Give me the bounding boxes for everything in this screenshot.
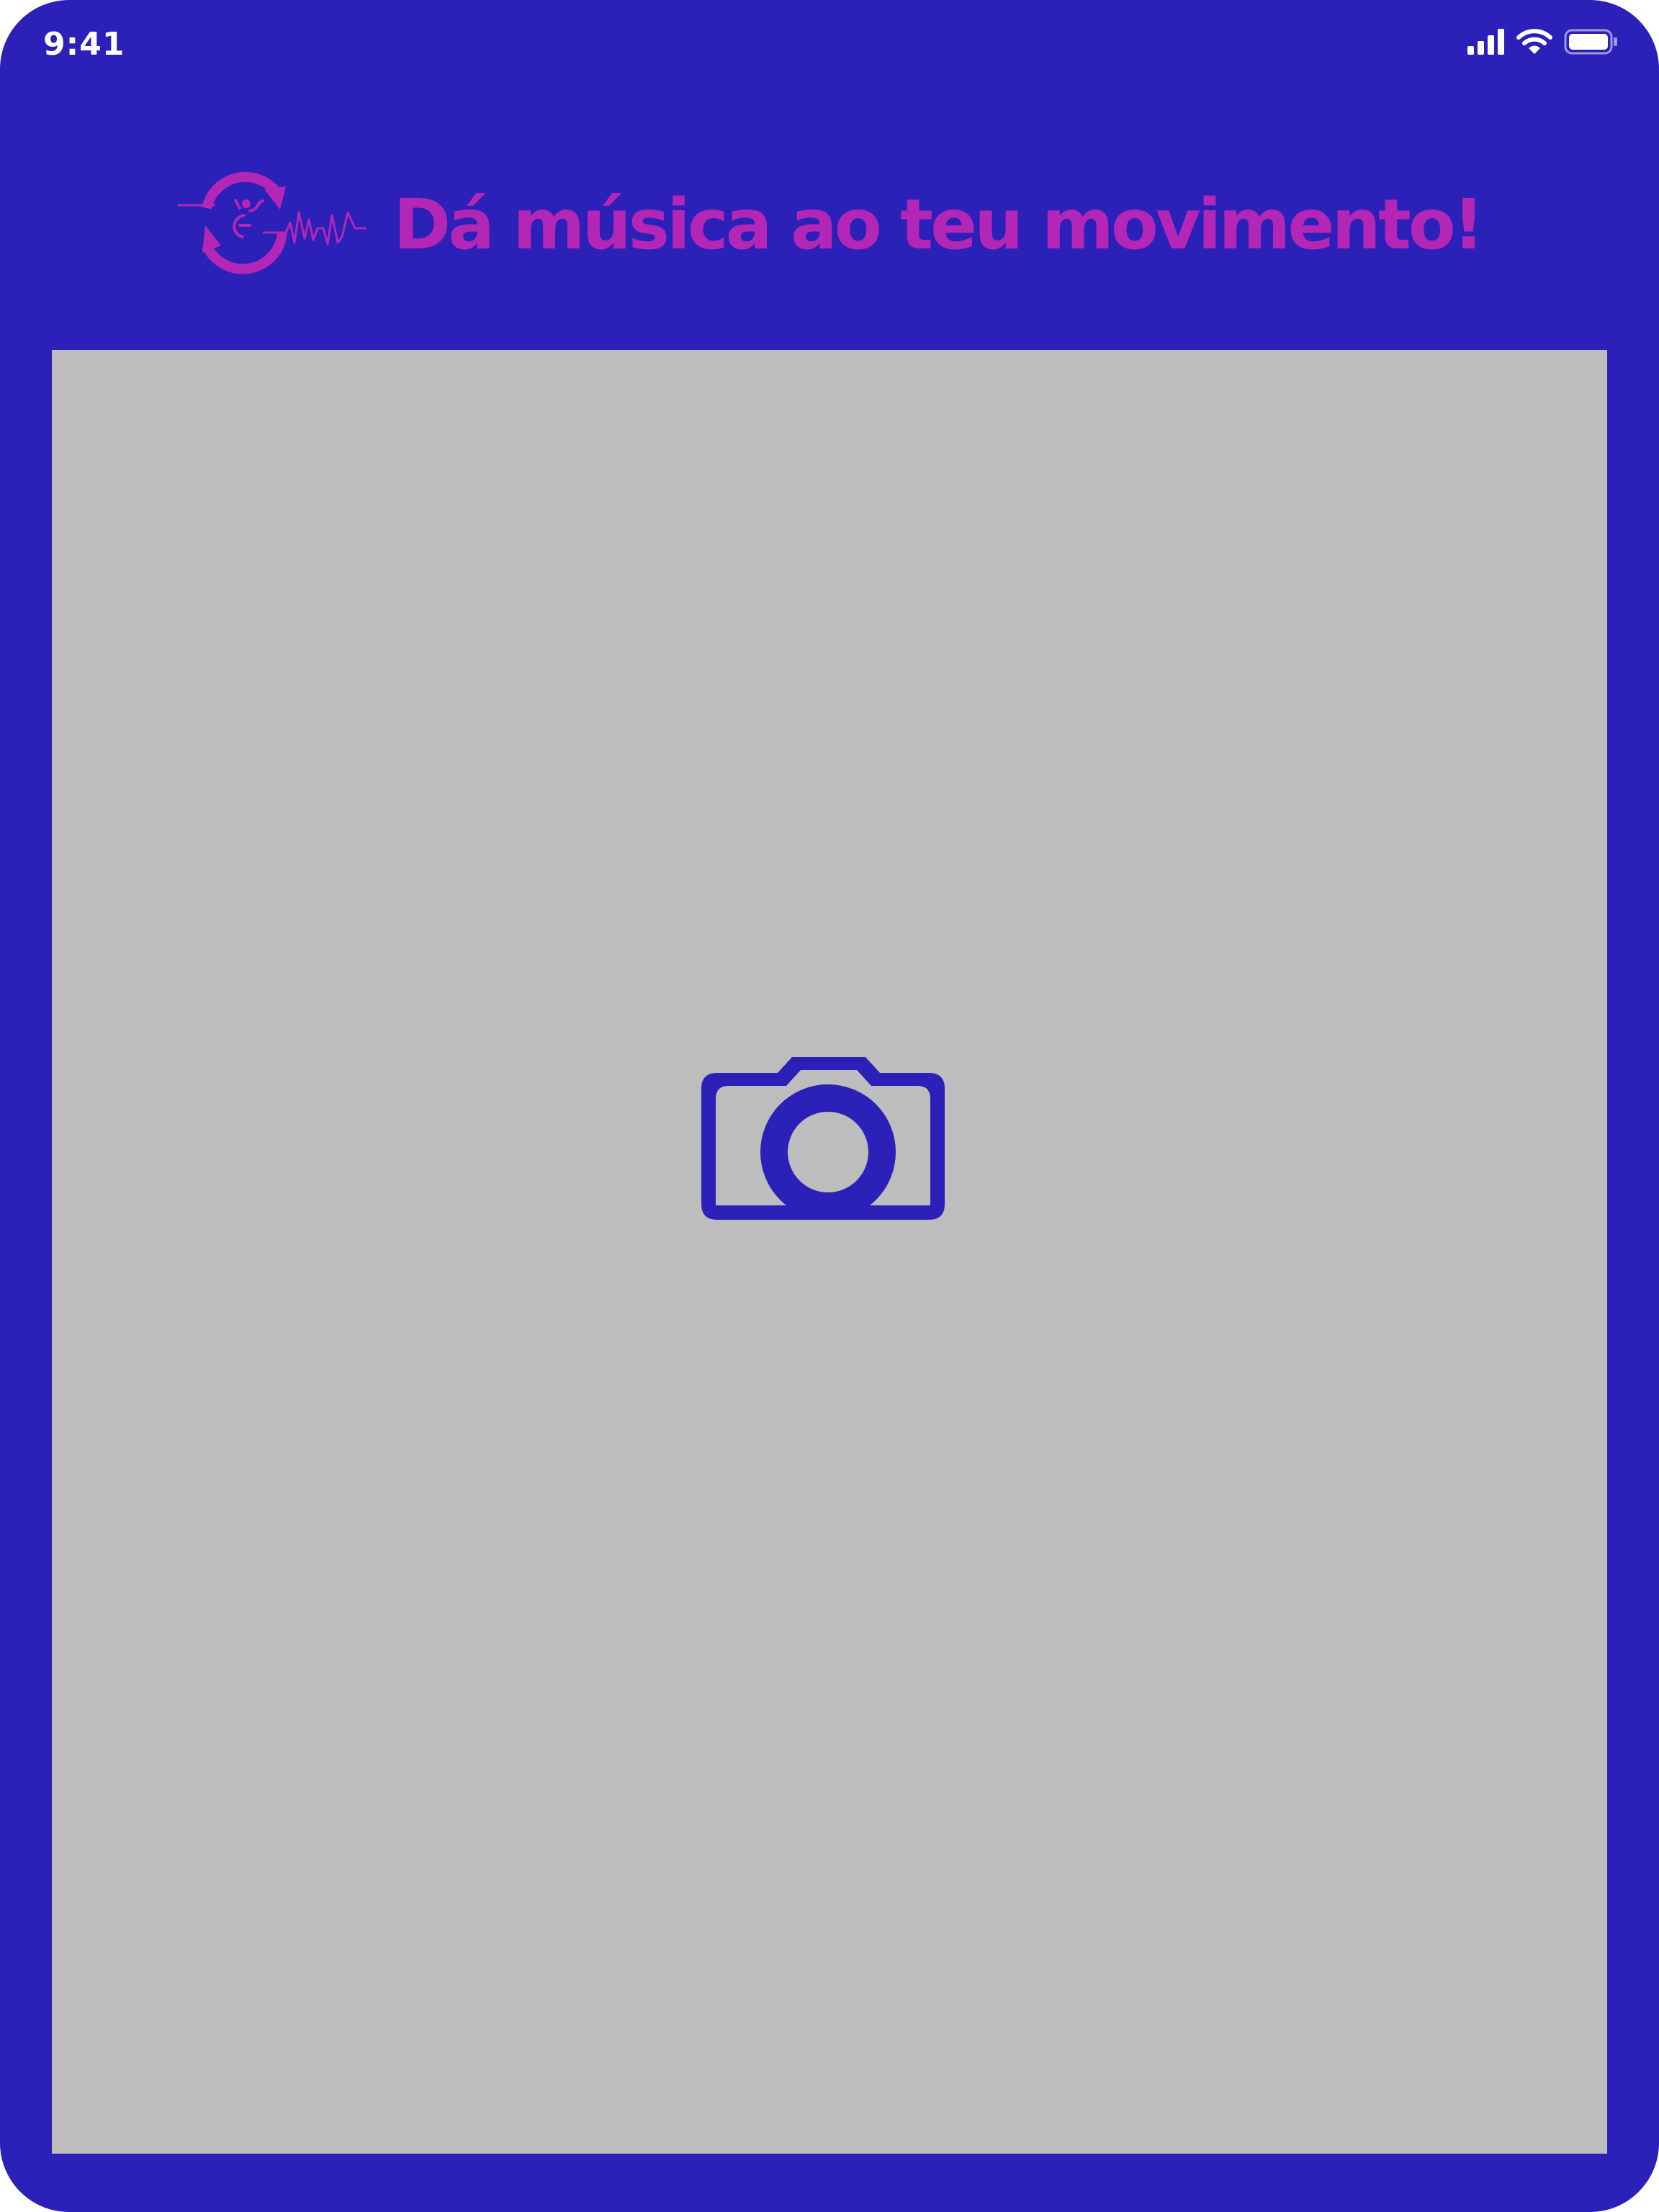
app-screen: 9:41 Dá música ao teu movimento! bbox=[0, 0, 1659, 2212]
header: Dá música ao teu movimento! bbox=[0, 158, 1659, 288]
wifi-icon bbox=[1516, 29, 1552, 58]
tagline: Dá música ao teu movimento! bbox=[393, 184, 1485, 265]
camera-icon bbox=[691, 1030, 968, 1309]
battery-icon bbox=[1564, 29, 1619, 58]
movement-music-logo-icon bbox=[177, 168, 372, 279]
status-time: 9:41 bbox=[43, 26, 125, 63]
camera-button[interactable] bbox=[691, 1031, 968, 1308]
status-bar: 9:41 bbox=[0, 0, 1659, 94]
cellular-signal-icon bbox=[1467, 29, 1505, 58]
status-icons bbox=[1467, 29, 1619, 58]
camera-preview[interactable] bbox=[52, 350, 1607, 2154]
